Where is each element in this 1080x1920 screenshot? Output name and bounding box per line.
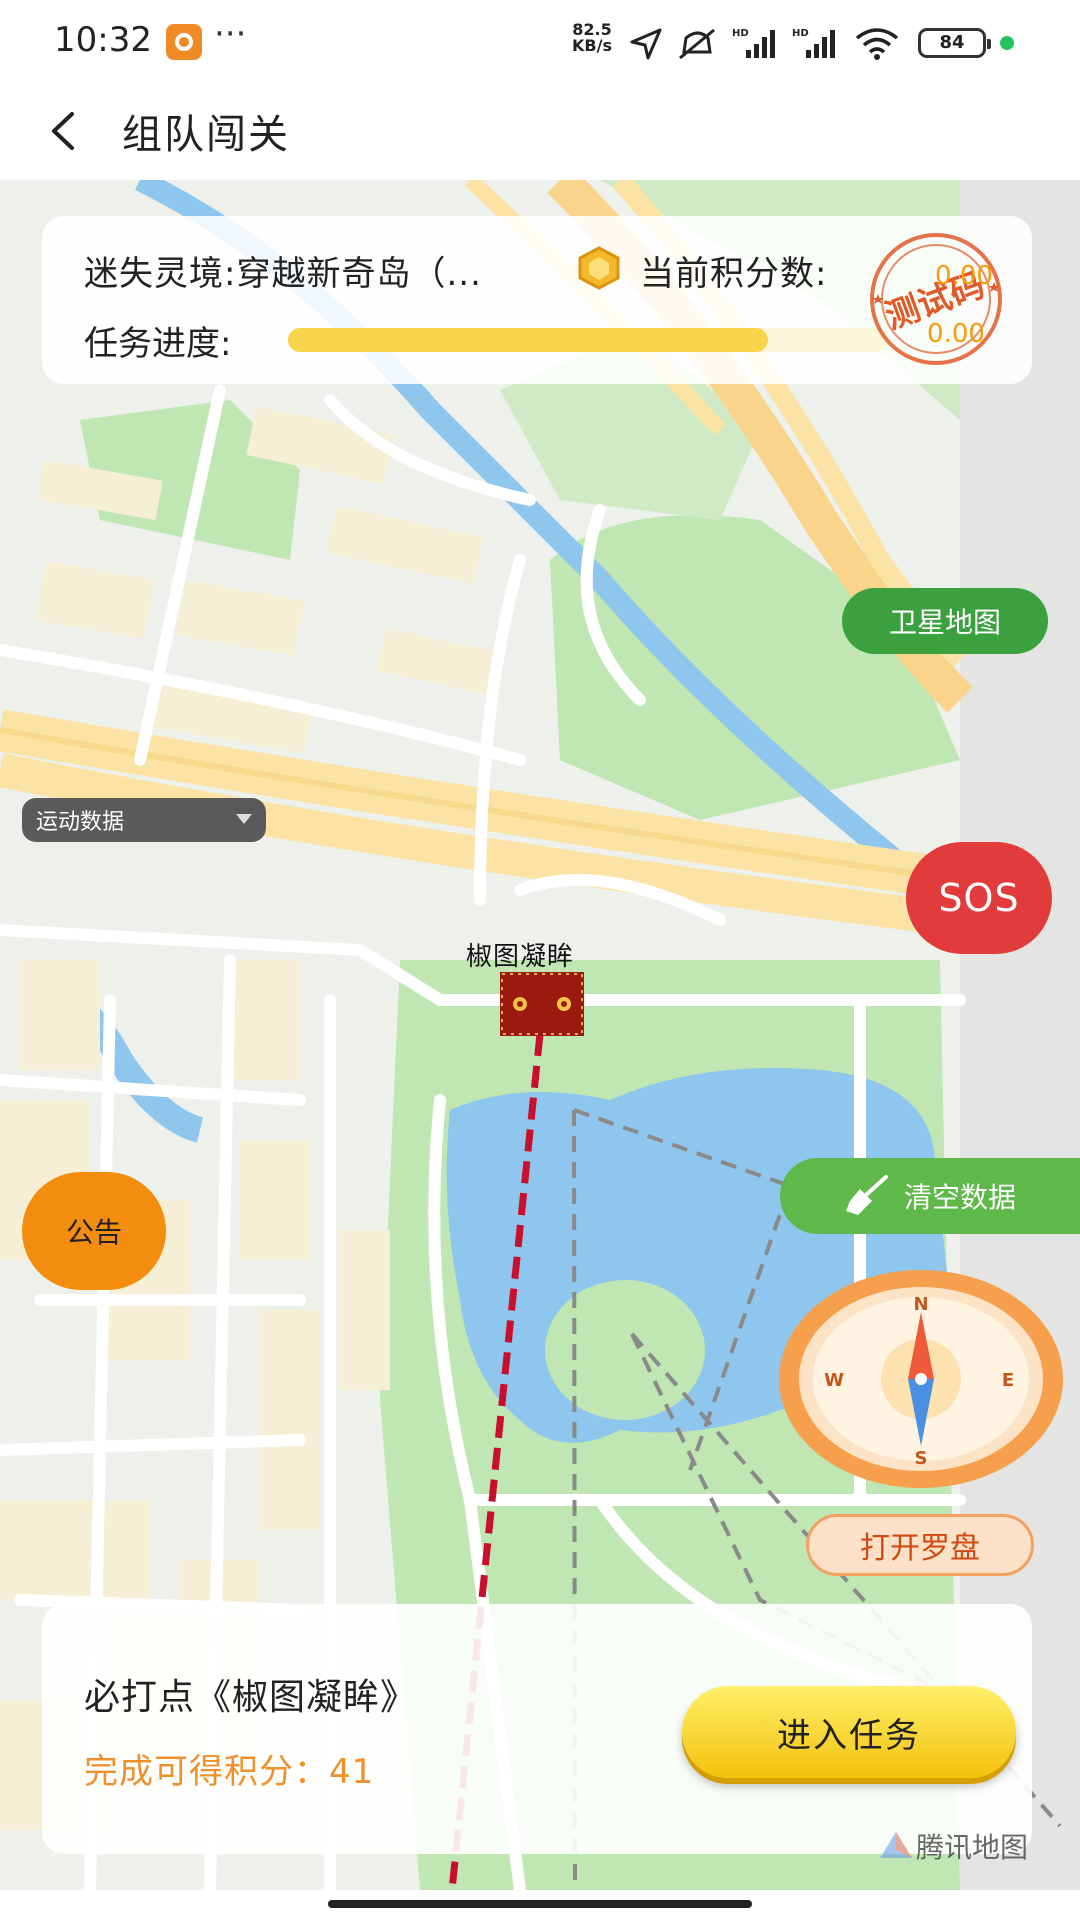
- test-stamp: 测试码 0.00 0.00: [856, 224, 1016, 374]
- home-indicator[interactable]: [328, 1900, 752, 1908]
- compass-n: N: [913, 1294, 928, 1315]
- coin-icon: [578, 246, 620, 290]
- sos-button[interactable]: SOS: [906, 842, 1052, 954]
- broom-icon: [845, 1175, 888, 1215]
- wifi-icon: [855, 28, 899, 60]
- open-compass-button[interactable]: 打开罗盘: [806, 1514, 1034, 1576]
- svg-text:HD: HD: [732, 28, 749, 39]
- status-time: 10:32: [54, 20, 152, 60]
- battery-icon: 84: [918, 28, 991, 58]
- compass-s: S: [915, 1448, 928, 1469]
- task-title: 必打点《椒图凝眸》: [84, 1677, 418, 1718]
- satellite-map-button[interactable]: 卫星地图: [842, 588, 1048, 654]
- stamp-value-top: 0.00: [935, 261, 993, 291]
- tencent-map-logo-icon: [880, 1832, 912, 1858]
- charging-dot: [1000, 36, 1014, 50]
- net-speed: 82.5 KB/s: [572, 22, 612, 54]
- info-card: 迷失灵境:穿越新奇岛（... 当前积分数: 任务进度: 测试码 0.00 0.0…: [42, 216, 1032, 384]
- map-logo: 腾讯地图: [876, 1826, 1028, 1866]
- compass-w: W: [824, 1370, 844, 1391]
- progress-bar: [288, 328, 888, 352]
- marker-label: 椒图凝眸: [466, 942, 575, 972]
- level-name: 迷失灵境:穿越新奇岛（...: [84, 254, 482, 294]
- app-badge-icon: [166, 24, 202, 60]
- notice-button[interactable]: 公告: [22, 1172, 166, 1290]
- status-bar: 10:32 ··· 82.5 KB/s HD HD 84: [0, 0, 1080, 84]
- signal-icon: HD: [732, 28, 775, 58]
- signal-icon: HD: [792, 28, 835, 58]
- caret-down-icon: [236, 814, 252, 824]
- treasure-marker-icon[interactable]: [500, 972, 584, 1036]
- clear-data-button[interactable]: 清空数据: [780, 1158, 1080, 1234]
- nav-bar: 组队闯关: [0, 84, 1080, 180]
- more-notifications: ···: [214, 14, 247, 54]
- svg-text:HD: HD: [792, 28, 809, 39]
- net-speed-unit: KB/s: [572, 36, 612, 55]
- clear-data-label: 清空数据: [903, 1181, 1016, 1214]
- score-label: 当前积分数:: [640, 254, 828, 294]
- task-card: 必打点《椒图凝眸》 完成可得积分：41 进入任务: [42, 1604, 1032, 1854]
- progress-label: 任务进度:: [84, 324, 232, 364]
- mute-icon: [679, 28, 715, 60]
- task-reward: 完成可得积分：41: [84, 1752, 375, 1792]
- map-logo-text: 腾讯地图: [916, 1831, 1029, 1864]
- sport-data-dropdown[interactable]: 运动数据: [22, 798, 266, 842]
- test-stamp-seal: 测试码 0.00 0.00: [870, 233, 1002, 365]
- sport-data-label: 运动数据: [36, 810, 125, 835]
- location-arrow-icon: [630, 28, 662, 60]
- compass-icon[interactable]: N S E W: [776, 1268, 1066, 1490]
- stamp-value-bottom: 0.00: [927, 319, 985, 349]
- back-icon[interactable]: [40, 106, 90, 156]
- progress-fill: [288, 328, 768, 352]
- page-title: 组队闯关: [122, 112, 290, 158]
- enter-task-button[interactable]: 进入任务: [682, 1686, 1016, 1778]
- compass-e: E: [1002, 1370, 1014, 1391]
